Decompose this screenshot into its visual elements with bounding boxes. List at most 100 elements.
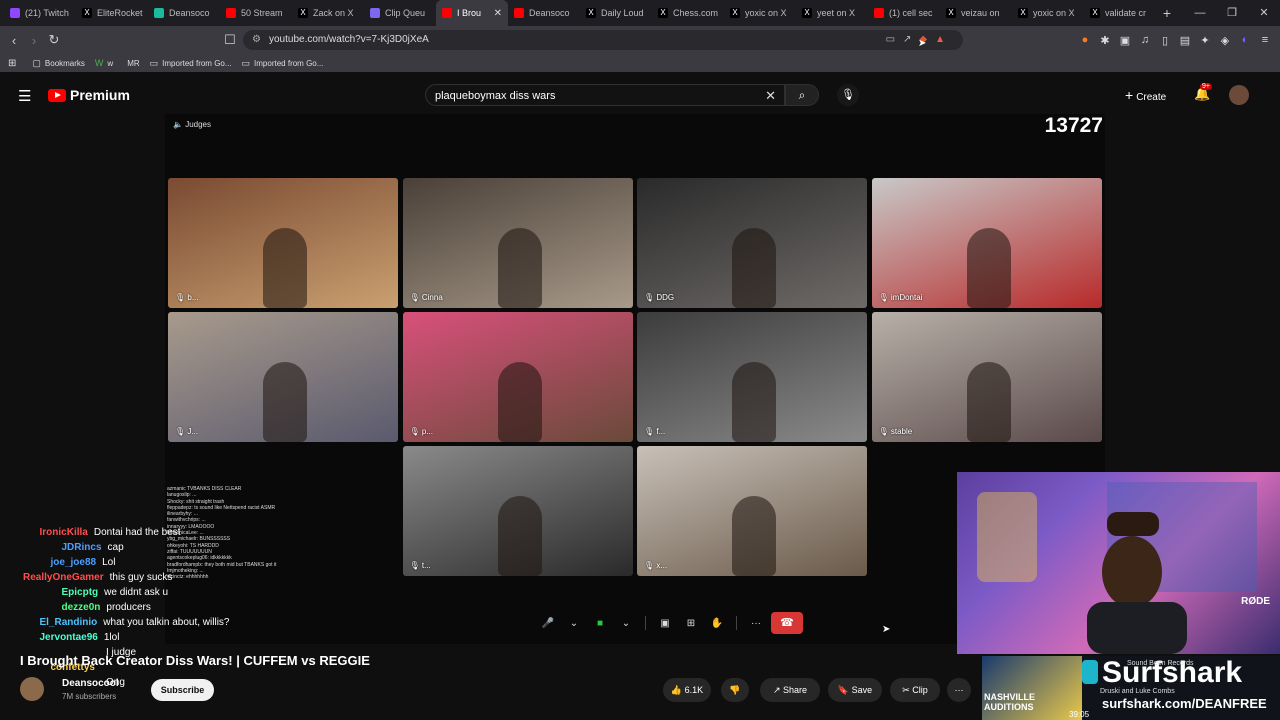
browser-tab[interactable]: Deansoco [508,0,580,26]
vpn-icon[interactable]: ◈ [1218,34,1232,47]
participant-video[interactable]: 🎙 J... [168,312,398,442]
media-icon[interactable]: ♫ [1138,34,1152,46]
extension-fox-icon[interactable]: ● [1078,34,1092,46]
browser-tab[interactable]: Xvalidate cr [1084,0,1156,26]
back-icon[interactable]: ‹ [4,33,24,48]
dislike-button[interactable]: 👎 [721,678,749,702]
w-icon: W [94,58,104,68]
forward-icon[interactable]: › [24,33,44,48]
search-button[interactable]: ⌕ [785,84,819,106]
leo-icon[interactable]: ✦ [1198,34,1212,47]
browser-tab[interactable]: I Brou ✕ [436,0,508,26]
participant-figure [263,362,307,442]
participant-figure [732,228,776,308]
user-avatar[interactable] [1229,85,1249,105]
end-call-button[interactable]: ☎ [771,612,803,634]
participant-video[interactable]: 🎙 imDontai [871,178,1102,308]
participant-video[interactable]: 🎙 b... [168,178,398,308]
chat-message: El_Randinio what you talkin about, willis… [20,615,230,630]
site-info-icon[interactable]: ⚙ [252,30,261,50]
divider [645,616,646,630]
participant-video[interactable]: 🎙 p... [402,312,633,442]
browser-tab[interactable]: 50 Stream [220,0,292,26]
browser-tab[interactable]: (21) Twitch [4,0,76,26]
microphone-icon: 🎙 [841,89,855,101]
channel-avatar[interactable] [20,677,44,701]
notifications-button[interactable]: 🔔 9+ [1194,83,1212,102]
search-input[interactable]: plaqueboymax diss wars ✕ [425,84,785,106]
extension-puzzle-icon[interactable]: ✱ [1098,34,1112,47]
bookmark-item[interactable]: ▭ Imported from Go... [242,58,324,69]
participant-video[interactable]: 🎙 Cinna [402,178,633,308]
participant-figure [263,228,307,308]
browser-tab[interactable]: (1) cell sec [868,0,940,26]
participant-video[interactable]: 🎙 stable [871,312,1102,442]
grid-icon[interactable]: ⊞ [680,618,702,629]
bookmark-item[interactable]: Ww [95,58,113,69]
hamburger-menu-icon[interactable]: ☰ [18,87,31,105]
restore-icon[interactable]: ❐ [1216,0,1248,26]
like-button[interactable]: 👍 6.1K [663,678,711,702]
youtube-logo[interactable]: Premium [48,87,130,103]
tab-label: Deansoco [169,8,210,18]
channel-name[interactable]: Deansocool [62,678,119,689]
browser-tab[interactable]: Xyeet on X [796,0,868,26]
bookmark-item[interactable]: ▭ Imported from Go... [150,58,232,69]
save-button[interactable]: 🔖 Save [828,678,882,702]
camera-chevron-icon[interactable]: ⌄ [615,618,637,629]
tab-label: Chess.com [673,8,719,18]
clip-button[interactable]: ✂ Clip [890,678,940,702]
participant-video[interactable]: 🎙 DDG [637,178,867,308]
save-icon: 🔖 [837,685,852,695]
subscribe-button[interactable]: Subscribe [151,679,214,701]
extension-box-icon[interactable]: ▣ [1118,34,1132,47]
chat-username: ReallyOneGamer [23,572,104,583]
browser-tab[interactable]: Xyoxic on X [1012,0,1084,26]
url-bar[interactable]: ⚙ youtube.com/watch?v=7-Kj3D0jXeA ▭↗◆▲ [243,30,963,50]
share-button[interactable]: ↗ Share [760,678,820,702]
plus-icon: + [1125,87,1134,103]
search-icon: ⌕ [798,88,806,102]
voice-search-button[interactable]: 🎙 [837,84,859,106]
close-window-icon[interactable]: ✕ [1248,0,1280,26]
browser-tab[interactable]: X Zack on X [292,0,364,26]
mic-icon[interactable]: 🎤 [537,618,559,629]
camera-icon[interactable]: ■ [589,618,611,629]
browser-tab[interactable]: Deansoco [148,0,220,26]
effects-icon[interactable]: ✋ [706,618,728,629]
bookmark-item[interactable]: MR [123,58,139,69]
browser-tab[interactable]: Xyoxic on X [724,0,796,26]
minimize-icon[interactable]: — [1184,0,1216,26]
browser-tab[interactable]: X Daily Loud [580,0,652,26]
sponsor-ad[interactable]: NASHVILLE AUDITIONS Surfshark Sound Been… [982,656,1280,720]
more-actions-button[interactable]: ⋯ [947,678,971,702]
create-button[interactable]: + Create [1125,87,1166,103]
browser-tab[interactable]: X EliteRocket [76,0,148,26]
webcam-scene [977,482,1257,654]
browser-tab[interactable]: X Chess.com [652,0,724,26]
brave-rewards-icon[interactable]: ▲ [935,34,953,45]
screen-share-icon[interactable]: ▣ [654,618,676,629]
participant-video[interactable]: 🎙 t... [402,446,633,576]
profile-icon[interactable]: ◐ [1238,34,1252,46]
new-tab-button[interactable]: + [1156,5,1178,21]
browser-tab[interactable]: Clip Queu [364,0,436,26]
participant-video[interactable]: 🎙 f... [637,312,867,442]
bookmark-star-icon[interactable]: ☐ [220,32,240,48]
dean-icon [154,8,164,18]
sidebar-icon[interactable]: ▯ [1158,34,1172,47]
wallet-icon[interactable]: ▤ [1178,34,1192,47]
ad-records: Sound Been Records [1127,660,1194,667]
browser-tab[interactable]: Xveizau on [940,0,1012,26]
mic-chevron-icon[interactable]: ⌄ [563,618,585,629]
more-icon[interactable]: ··· [745,618,767,629]
menu-icon[interactable]: ≡ [1258,34,1272,46]
clear-search-icon[interactable]: ✕ [765,85,776,107]
bookmark-item[interactable]: ▢ Bookmarks [32,58,85,69]
close-tab-icon[interactable]: ✕ [494,8,502,19]
participant-name: 🎙 Cinna [409,293,443,302]
reload-icon[interactable]: ↻ [44,32,64,48]
apps-icon[interactable]: ⊞ [8,58,16,69]
hang-up-icon: ☎ [780,617,794,629]
participant-video[interactable]: 🎙 x... [637,446,867,576]
